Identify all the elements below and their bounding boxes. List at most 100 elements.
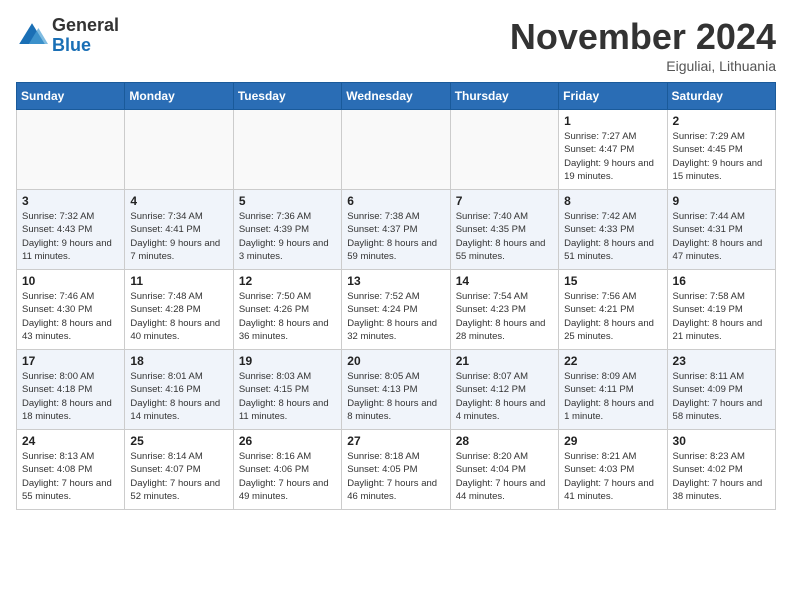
header: General Blue November 2024 Eiguliai, Lit… (16, 16, 776, 74)
calendar-cell: 14 Sunrise: 7:54 AM Sunset: 4:23 PM Dayli… (450, 270, 558, 350)
weekday-header-row: SundayMondayTuesdayWednesdayThursdayFrid… (17, 83, 776, 110)
day-number: 4 (130, 194, 227, 208)
day-number: 29 (564, 434, 661, 448)
calendar-cell: 4Sunrise: 7:34 AM Sunset: 4:41 PM Daylig… (125, 190, 233, 270)
day-number: 20 (347, 354, 444, 368)
day-number: 17 (22, 354, 119, 368)
day-number: 19 (239, 354, 336, 368)
weekday-header-friday: Friday (559, 83, 667, 110)
calendar-cell: 13Sunrise: 7:52 AM Sunset: 4:24 PM Dayli… (342, 270, 450, 350)
title-section: November 2024 Eiguliai, Lithuania (510, 16, 776, 74)
calendar-cell: 27 Sunrise: 8:18 AM Sunset: 4:05 PM Dayli… (342, 430, 450, 510)
calendar-cell: 30 Sunrise: 8:23 AM Sunset: 4:02 PM Dayli… (667, 430, 775, 510)
day-info: Sunrise: 7:40 AM Sunset: 4:35 PM Dayligh… (456, 210, 553, 263)
calendar-cell (342, 110, 450, 190)
weekday-header-tuesday: Tuesday (233, 83, 341, 110)
location: Eiguliai, Lithuania (510, 58, 776, 74)
day-number: 3 (22, 194, 119, 208)
day-info: Sunrise: 8:05 AM Sunset: 4:13 PM Dayligh… (347, 370, 444, 423)
calendar-table: SundayMondayTuesdayWednesdayThursdayFrid… (16, 82, 776, 510)
calendar-cell: 2 Sunrise: 7:29 AM Sunset: 4:45 PM Daylig… (667, 110, 775, 190)
day-info: Sunrise: 7:48 AM Sunset: 4:28 PM Dayligh… (130, 290, 227, 343)
weekday-header-wednesday: Wednesday (342, 83, 450, 110)
day-number: 14 (456, 274, 553, 288)
week-row-4: 17 Sunrise: 8:00 AM Sunset: 4:18 PM Dayli… (17, 350, 776, 430)
day-number: 11 (130, 274, 227, 288)
logo-text: General Blue (52, 16, 119, 56)
day-number: 24 (22, 434, 119, 448)
day-number: 21 (456, 354, 553, 368)
weekday-header-saturday: Saturday (667, 83, 775, 110)
calendar-cell: 8 Sunrise: 7:42 AM Sunset: 4:33 PM Daylig… (559, 190, 667, 270)
weekday-header-thursday: Thursday (450, 83, 558, 110)
day-info: Sunrise: 8:13 AM Sunset: 4:08 PM Dayligh… (22, 450, 119, 503)
day-number: 28 (456, 434, 553, 448)
calendar-cell: 17 Sunrise: 8:00 AM Sunset: 4:18 PM Dayli… (17, 350, 125, 430)
day-info: Sunrise: 8:21 AM Sunset: 4:03 PM Dayligh… (564, 450, 661, 503)
calendar-cell: 25Sunrise: 8:14 AM Sunset: 4:07 PM Dayli… (125, 430, 233, 510)
calendar-cell: 26 Sunrise: 8:16 AM Sunset: 4:06 PM Dayli… (233, 430, 341, 510)
calendar-cell (233, 110, 341, 190)
day-info: Sunrise: 7:27 AM Sunset: 4:47 PM Dayligh… (564, 130, 661, 183)
calendar-cell: 9Sunrise: 7:44 AM Sunset: 4:31 PM Daylig… (667, 190, 775, 270)
day-number: 26 (239, 434, 336, 448)
day-info: Sunrise: 7:46 AM Sunset: 4:30 PM Dayligh… (22, 290, 119, 343)
week-row-1: 1Sunrise: 7:27 AM Sunset: 4:47 PM Daylig… (17, 110, 776, 190)
day-number: 25 (130, 434, 227, 448)
day-info: Sunrise: 7:32 AM Sunset: 4:43 PM Dayligh… (22, 210, 119, 263)
day-info: Sunrise: 8:18 AM Sunset: 4:05 PM Dayligh… (347, 450, 444, 503)
calendar-cell: 22 Sunrise: 8:09 AM Sunset: 4:11 PM Dayli… (559, 350, 667, 430)
day-info: Sunrise: 8:09 AM Sunset: 4:11 PM Dayligh… (564, 370, 661, 423)
day-info: Sunrise: 7:36 AM Sunset: 4:39 PM Dayligh… (239, 210, 336, 263)
calendar-cell: 24 Sunrise: 8:13 AM Sunset: 4:08 PM Dayli… (17, 430, 125, 510)
day-number: 10 (22, 274, 119, 288)
logo-blue: Blue (52, 36, 119, 56)
logo-icon (16, 20, 48, 52)
calendar-cell: 23Sunrise: 8:11 AM Sunset: 4:09 PM Dayli… (667, 350, 775, 430)
day-info: Sunrise: 7:58 AM Sunset: 4:19 PM Dayligh… (673, 290, 770, 343)
calendar-cell: 16 Sunrise: 7:58 AM Sunset: 4:19 PM Dayli… (667, 270, 775, 350)
day-info: Sunrise: 8:07 AM Sunset: 4:12 PM Dayligh… (456, 370, 553, 423)
week-row-3: 10 Sunrise: 7:46 AM Sunset: 4:30 PM Dayli… (17, 270, 776, 350)
weekday-header-monday: Monday (125, 83, 233, 110)
month-title: November 2024 (510, 16, 776, 58)
calendar-cell: 1Sunrise: 7:27 AM Sunset: 4:47 PM Daylig… (559, 110, 667, 190)
calendar-cell: 15Sunrise: 7:56 AM Sunset: 4:21 PM Dayli… (559, 270, 667, 350)
day-number: 13 (347, 274, 444, 288)
week-row-5: 24 Sunrise: 8:13 AM Sunset: 4:08 PM Dayli… (17, 430, 776, 510)
calendar-cell: 6Sunrise: 7:38 AM Sunset: 4:37 PM Daylig… (342, 190, 450, 270)
day-number: 22 (564, 354, 661, 368)
day-number: 27 (347, 434, 444, 448)
day-info: Sunrise: 7:29 AM Sunset: 4:45 PM Dayligh… (673, 130, 770, 183)
calendar-cell: 18 Sunrise: 8:01 AM Sunset: 4:16 PM Dayli… (125, 350, 233, 430)
calendar-cell (125, 110, 233, 190)
weekday-header-sunday: Sunday (17, 83, 125, 110)
day-info: Sunrise: 8:20 AM Sunset: 4:04 PM Dayligh… (456, 450, 553, 503)
day-number: 9 (673, 194, 770, 208)
calendar-cell: 21 Sunrise: 8:07 AM Sunset: 4:12 PM Dayli… (450, 350, 558, 430)
day-number: 2 (673, 114, 770, 128)
day-info: Sunrise: 8:23 AM Sunset: 4:02 PM Dayligh… (673, 450, 770, 503)
day-number: 8 (564, 194, 661, 208)
calendar-cell: 7 Sunrise: 7:40 AM Sunset: 4:35 PM Daylig… (450, 190, 558, 270)
day-number: 16 (673, 274, 770, 288)
calendar-cell: 28 Sunrise: 8:20 AM Sunset: 4:04 PM Dayli… (450, 430, 558, 510)
day-number: 30 (673, 434, 770, 448)
calendar-cell: 11 Sunrise: 7:48 AM Sunset: 4:28 PM Dayli… (125, 270, 233, 350)
day-number: 15 (564, 274, 661, 288)
calendar-cell: 19Sunrise: 8:03 AM Sunset: 4:15 PM Dayli… (233, 350, 341, 430)
day-info: Sunrise: 8:00 AM Sunset: 4:18 PM Dayligh… (22, 370, 119, 423)
day-info: Sunrise: 7:42 AM Sunset: 4:33 PM Dayligh… (564, 210, 661, 263)
calendar-cell: 10 Sunrise: 7:46 AM Sunset: 4:30 PM Dayli… (17, 270, 125, 350)
day-info: Sunrise: 8:01 AM Sunset: 4:16 PM Dayligh… (130, 370, 227, 423)
calendar-cell (17, 110, 125, 190)
day-info: Sunrise: 8:16 AM Sunset: 4:06 PM Dayligh… (239, 450, 336, 503)
calendar-cell (450, 110, 558, 190)
day-info: Sunrise: 7:54 AM Sunset: 4:23 PM Dayligh… (456, 290, 553, 343)
day-number: 6 (347, 194, 444, 208)
day-number: 7 (456, 194, 553, 208)
day-number: 18 (130, 354, 227, 368)
calendar-cell: 20 Sunrise: 8:05 AM Sunset: 4:13 PM Dayli… (342, 350, 450, 430)
logo-general: General (52, 16, 119, 36)
calendar-cell: 29 Sunrise: 8:21 AM Sunset: 4:03 PM Dayli… (559, 430, 667, 510)
